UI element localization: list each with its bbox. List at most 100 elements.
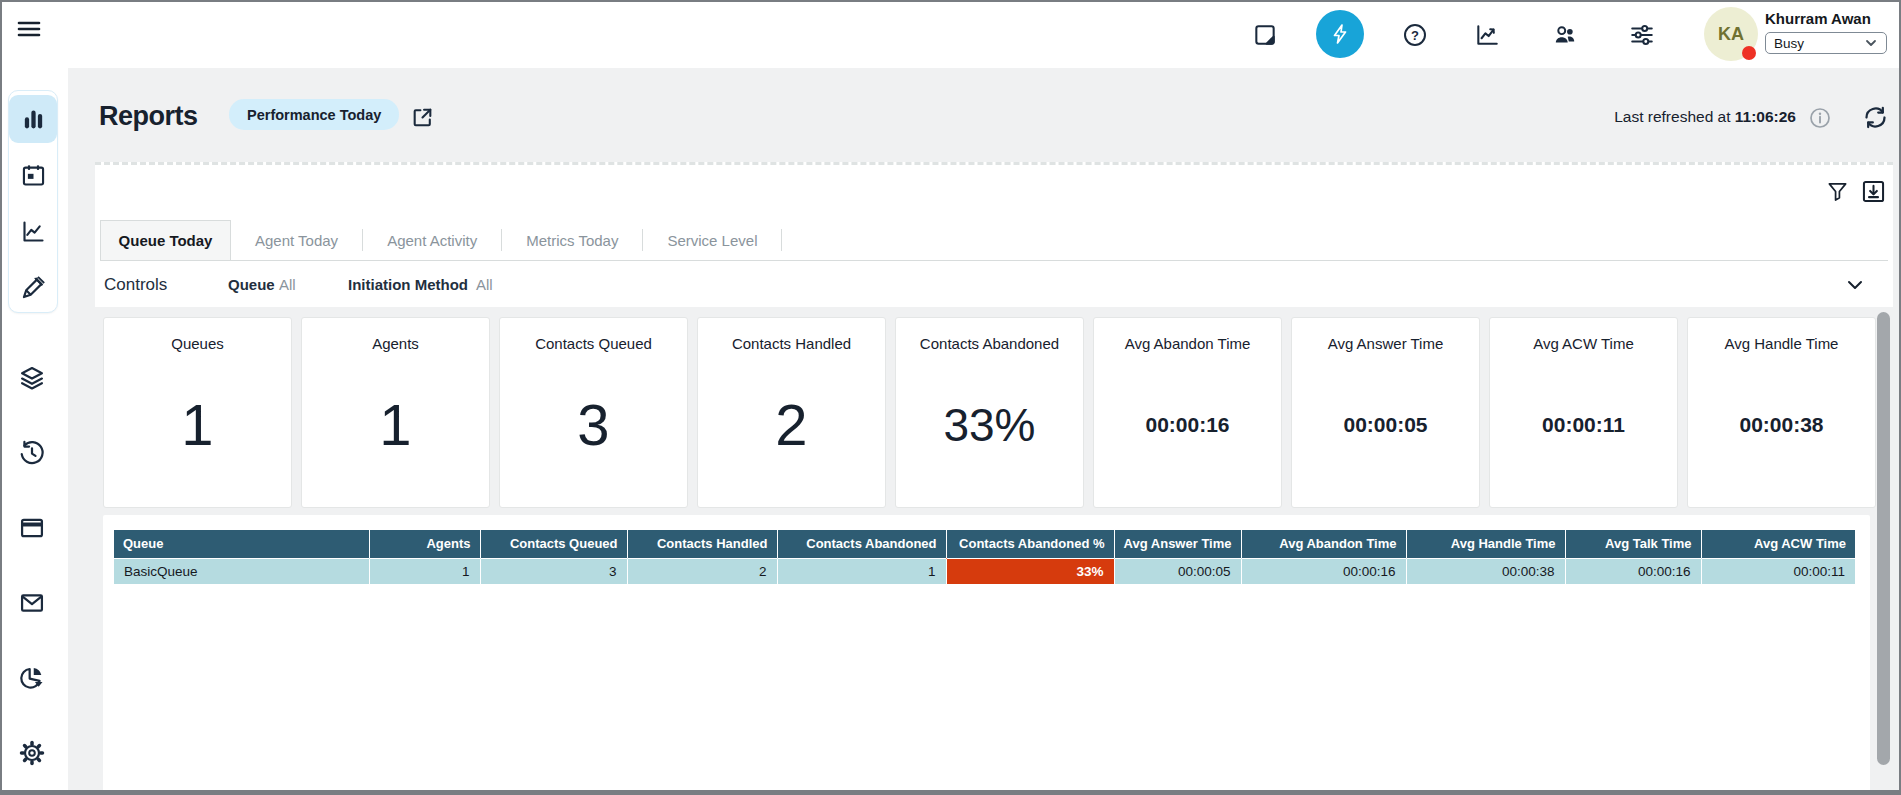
- avatar-initials: KA: [1718, 24, 1744, 45]
- table-header-cell[interactable]: Contacts Queued: [480, 530, 627, 558]
- window-icon: [18, 514, 46, 542]
- sidebar-item-metrics[interactable]: [9, 207, 57, 255]
- top-bar: ? KA Khurram Awan Busy: [2, 2, 1899, 68]
- menu-icon[interactable]: [15, 15, 43, 43]
- sidebar-items: [8, 354, 58, 795]
- last-refreshed: Last refreshed at 11:06:26: [1614, 108, 1796, 126]
- sidebar-item-layers[interactable]: [8, 354, 56, 402]
- vertical-scrollbar[interactable]: [1877, 312, 1890, 765]
- filter-queue-label: Queue: [228, 276, 275, 293]
- tab-agent-activity[interactable]: Agent Activity: [363, 220, 501, 260]
- tab-bar: Queue Today Agent Today Agent Activity M…: [100, 220, 1888, 261]
- table-header-cell[interactable]: Contacts Abandoned: [777, 530, 946, 558]
- filter-initiation-label: Initiation Method: [348, 276, 468, 293]
- queue-table-card: QueueAgentsContacts QueuedContacts Handl…: [103, 515, 1870, 792]
- metric-card-agents: Agents 1: [301, 317, 490, 508]
- report-badge[interactable]: Performance Today: [229, 99, 399, 130]
- sidebar-item-schedule[interactable]: [9, 151, 57, 199]
- table-header-cell[interactable]: Avg Abandon Time: [1241, 530, 1406, 558]
- gear-icon: [18, 739, 46, 767]
- table-cell: 1: [369, 558, 480, 584]
- pen-icon: [20, 274, 47, 301]
- pie-chart-icon: [18, 664, 46, 692]
- settings-sliders-icon[interactable]: [1629, 22, 1655, 48]
- sidebar-item-mail[interactable]: [8, 579, 56, 627]
- calendar-icon: [20, 162, 47, 189]
- metrics-chart-icon[interactable]: [1474, 22, 1500, 48]
- table-cell: BasicQueue: [114, 558, 369, 584]
- sidebar-item-pie[interactable]: [8, 654, 56, 702]
- history-icon: [18, 439, 46, 467]
- metric-card-contacts-abandoned: Contacts Abandoned 33%: [895, 317, 1084, 508]
- filter-icon[interactable]: [1826, 180, 1849, 203]
- tab-service-level[interactable]: Service Level: [643, 220, 781, 260]
- filter-queue-value[interactable]: All: [279, 276, 296, 293]
- table-header-cell[interactable]: Agents: [369, 530, 480, 558]
- table-cell: 33%: [946, 558, 1114, 584]
- table-header-cell[interactable]: Avg Talk Time: [1565, 530, 1701, 558]
- tab-queue-today[interactable]: Queue Today: [100, 220, 231, 260]
- page-title: Reports: [99, 101, 198, 132]
- metric-card-avg-acw-time: Avg ACW Time 00:00:11: [1489, 317, 1678, 508]
- table-row: BasicQueue132133%00:00:0500:00:1600:00:3…: [114, 558, 1855, 584]
- sidebar-item-flows[interactable]: [9, 263, 57, 311]
- status-value: Busy: [1774, 36, 1804, 51]
- table-cell: 00:00:11: [1701, 558, 1855, 584]
- download-icon[interactable]: [1860, 178, 1887, 205]
- table-header-cell[interactable]: Contacts Abandoned %: [946, 530, 1114, 558]
- metric-card-queues: Queues 1: [103, 317, 292, 508]
- sidebar-metrics-group: [8, 90, 58, 313]
- queue-table: QueueAgentsContacts QueuedContacts Handl…: [114, 530, 1855, 584]
- sidebar-item-history[interactable]: [8, 429, 56, 477]
- table-cell: 3: [480, 558, 627, 584]
- main-content: Reports Performance Today Last refreshed…: [68, 68, 1901, 792]
- table-cell: 1: [777, 558, 946, 584]
- table-cell: 00:00:38: [1406, 558, 1565, 584]
- avatar[interactable]: KA: [1704, 7, 1758, 61]
- metric-card-avg-handle-time: Avg Handle Time 00:00:38: [1687, 317, 1876, 508]
- table-header-cell[interactable]: Avg ACW Time: [1701, 530, 1855, 558]
- controls-title: Controls: [104, 275, 167, 295]
- sidebar: [2, 68, 68, 792]
- svg-text:?: ?: [1411, 28, 1419, 43]
- help-icon[interactable]: ?: [1402, 22, 1428, 48]
- table-header-cell[interactable]: Avg Answer Time: [1114, 530, 1241, 558]
- table-cell: 2: [627, 558, 777, 584]
- sidebar-item-settings[interactable]: [8, 729, 56, 777]
- metric-card-avg-abandon-time: Avg Abandon Time 00:00:16: [1093, 317, 1282, 508]
- user-name: Khurram Awan: [1765, 10, 1871, 27]
- page-header: Reports Performance Today Last refreshed…: [68, 68, 1901, 162]
- table-cell: 00:00:16: [1241, 558, 1406, 584]
- refresh-icon[interactable]: [1862, 104, 1889, 131]
- metric-card-contacts-queued: Contacts Queued 3: [499, 317, 688, 508]
- metric-card-contacts-handled: Contacts Handled 2: [697, 317, 886, 508]
- line-chart-icon: [20, 218, 47, 245]
- chevron-down-icon: [1864, 36, 1878, 50]
- controls-row: Controls Queue All Initiation Method All: [95, 261, 1893, 309]
- metric-cards: Queues 1 Agents 1 Contacts Queued 3 Cont…: [103, 317, 1881, 508]
- layers-icon: [18, 364, 46, 392]
- tab-agent-today[interactable]: Agent Today: [231, 220, 362, 260]
- table-header-cell[interactable]: Contacts Handled: [627, 530, 777, 558]
- tab-metrics-today[interactable]: Metrics Today: [502, 220, 642, 260]
- status-dot: [1742, 46, 1756, 60]
- collapse-chevron-icon[interactable]: [1845, 275, 1865, 295]
- report-widget: Queue Today Agent Today Agent Activity M…: [95, 162, 1893, 307]
- sidebar-item-reports[interactable]: [9, 95, 57, 143]
- realtime-metrics-icon[interactable]: [1316, 10, 1364, 58]
- metric-card-avg-answer-time: Avg Answer Time 00:00:05: [1291, 317, 1480, 508]
- last-refreshed-time: 11:06:26: [1735, 108, 1796, 125]
- filter-initiation-value[interactable]: All: [476, 276, 493, 293]
- users-icon[interactable]: [1552, 22, 1578, 48]
- table-header-cell[interactable]: Queue: [114, 530, 369, 558]
- info-icon[interactable]: [1809, 107, 1831, 129]
- mail-icon: [18, 589, 46, 617]
- sidebar-item-window[interactable]: [8, 504, 56, 552]
- table-header-cell[interactable]: Avg Handle Time: [1406, 530, 1565, 558]
- table-cell: 00:00:05: [1114, 558, 1241, 584]
- task-icon[interactable]: [1252, 22, 1278, 48]
- status-select[interactable]: Busy: [1765, 32, 1887, 54]
- app-window: ? KA Khurram Awan Busy: [0, 0, 1901, 795]
- external-link-icon[interactable]: [410, 105, 435, 130]
- table-cell: 00:00:16: [1565, 558, 1701, 584]
